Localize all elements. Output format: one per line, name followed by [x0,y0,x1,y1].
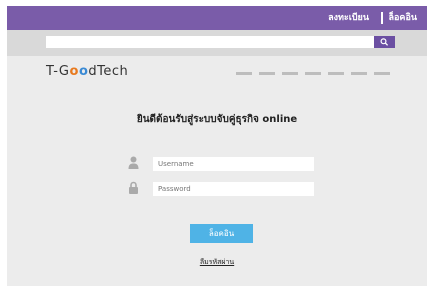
search-button[interactable] [374,36,395,48]
register-link[interactable]: ลงทะเบียน [328,6,369,30]
lock-icon [129,181,138,194]
nav-menu-item[interactable] [236,72,252,75]
login-button[interactable]: ล็อคอิน [190,224,253,243]
page-title: ยินดีต้อนรับสู่ระบบจับคู่ธุรกิจ online [136,114,298,125]
search-icon [380,38,389,46]
brand-logo-o1: o [69,64,79,79]
nav-menu-item[interactable] [374,72,390,75]
brand-logo-suffix: dTech [88,64,129,79]
user-icon [128,156,139,169]
username-field[interactable] [153,157,314,171]
brand-logo[interactable]: T-GoodTech [46,64,128,80]
search-bar [7,30,427,56]
password-field[interactable] [153,182,314,196]
page-frame: ลงทะเบียน ล็อคอิน T-GoodTech ยินดีต้อนรั… [7,6,427,286]
login-link[interactable]: ล็อคอิน [389,6,418,30]
brand-logo-o2: o [78,64,89,79]
forgot-password-link[interactable]: ลืมรหัสผ่าน [7,257,427,268]
search-input[interactable] [46,36,374,48]
nav-menu-item[interactable] [259,72,275,75]
nav-menu-item[interactable] [282,72,298,75]
nav-menu-item[interactable] [305,72,321,75]
top-bar: ลงทะเบียน ล็อคอิน [7,6,427,30]
nav-menu-item[interactable] [351,72,367,75]
nav-menu-item[interactable] [328,72,344,75]
brand-logo-prefix: T-G [46,64,70,79]
topbar-divider [381,12,383,24]
